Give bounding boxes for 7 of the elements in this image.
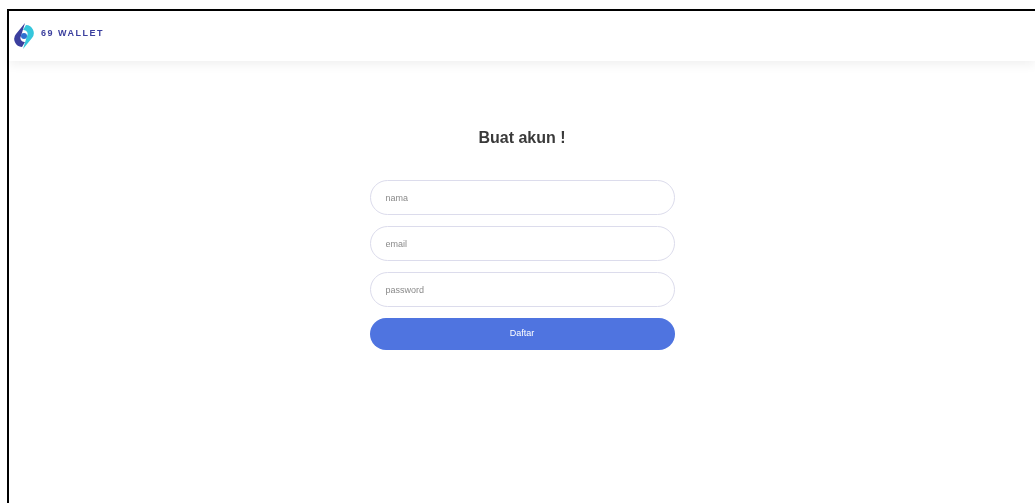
form-title: Buat akun !	[478, 128, 566, 148]
input-field[interactable]: password	[369, 272, 675, 307]
input-field[interactable]: email	[369, 226, 675, 261]
input-field[interactable]: nama	[369, 180, 675, 215]
logo-text: 69 WALLET	[41, 27, 104, 41]
register-button[interactable]: Daftar	[369, 318, 675, 350]
logo-icon	[13, 22, 35, 50]
